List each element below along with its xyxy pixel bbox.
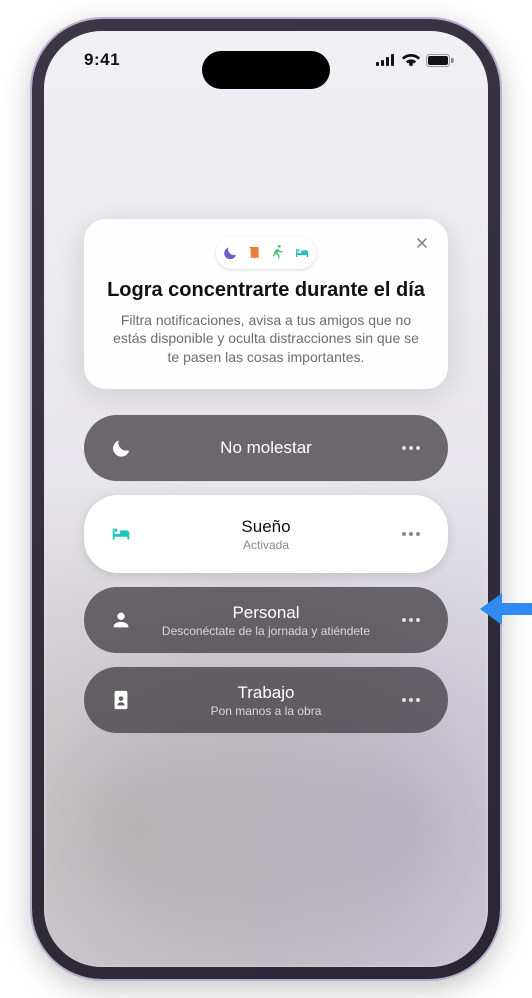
- card-body: Filtra notificaciones, avisa a tus amigo…: [106, 311, 426, 368]
- focus-item-sleep[interactable]: Sueño Activada: [84, 495, 448, 573]
- card-title: Logra concentrarte durante el día: [106, 279, 426, 303]
- callout-arrow: [480, 589, 532, 629]
- status-time: 9:41: [84, 50, 120, 70]
- focus-item-personal[interactable]: Personal Desconéctate de la jornada y at…: [84, 587, 448, 653]
- close-icon: [416, 237, 428, 249]
- battery-icon: [426, 54, 454, 67]
- more-button[interactable]: [392, 515, 430, 553]
- close-button[interactable]: [410, 231, 434, 255]
- focus-item-do-not-disturb[interactable]: No molestar: [84, 415, 448, 481]
- focus-list: No molestar Sueño Activada: [84, 415, 448, 733]
- focus-icons-row: [106, 237, 426, 269]
- badge-icon: [102, 681, 140, 719]
- dynamic-island: [202, 51, 330, 89]
- phone-frame: 9:41: [32, 19, 500, 979]
- focus-sub: Pon manos a la obra: [211, 704, 322, 718]
- cellular-icon: [376, 54, 396, 66]
- person-icon: [102, 601, 140, 639]
- more-button[interactable]: [392, 429, 430, 467]
- more-icon: [402, 446, 420, 450]
- focus-label: Personal: [232, 603, 299, 623]
- focus-label: No molestar: [220, 438, 312, 458]
- more-icon: [402, 698, 420, 702]
- bed-icon: [288, 239, 316, 267]
- more-icon: [402, 532, 420, 536]
- screen: 9:41: [44, 31, 488, 967]
- wifi-icon: [402, 54, 420, 66]
- moon-icon: [102, 429, 140, 467]
- more-button[interactable]: [392, 601, 430, 639]
- arrow-left-icon: [480, 589, 532, 629]
- focus-label: Sueño: [241, 517, 290, 537]
- status-indicators: [376, 54, 454, 67]
- more-icon: [402, 618, 420, 622]
- focus-label: Trabajo: [237, 683, 294, 703]
- more-button[interactable]: [392, 681, 430, 719]
- bed-icon: [102, 515, 140, 553]
- focus-sub: Activada: [243, 538, 289, 552]
- focus-sub: Desconéctate de la jornada y atiéndete: [162, 624, 370, 638]
- focus-item-work[interactable]: Trabajo Pon manos a la obra: [84, 667, 448, 733]
- focus-intro-card: Logra concentrarte durante el día Filtra…: [84, 219, 448, 389]
